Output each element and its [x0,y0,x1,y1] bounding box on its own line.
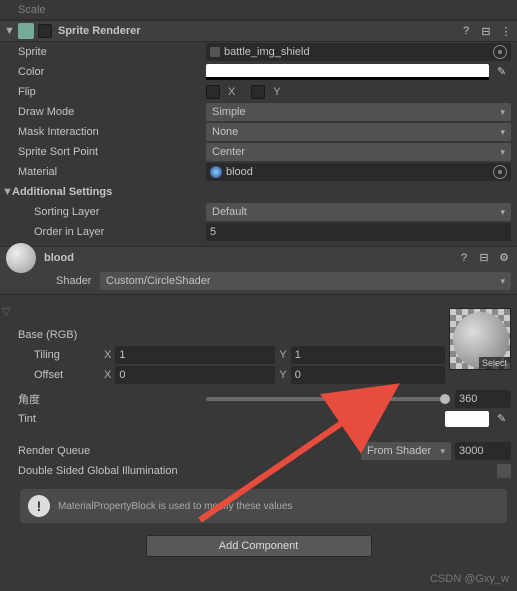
sort-point-dropdown[interactable]: Center [206,143,511,161]
menu-icon[interactable]: ⋮ [499,24,513,38]
material-name: blood [44,252,457,264]
slider-thumb[interactable] [440,394,450,404]
foldout-icon[interactable]: ▼ [4,25,14,37]
color-field[interactable] [206,64,489,80]
render-queue-input[interactable] [455,442,511,460]
flip-y-label: Y [273,86,280,98]
texture-select-button[interactable]: Select [479,357,510,369]
offset-label: Offset [6,369,100,381]
order-input[interactable] [206,223,511,241]
watermark: CSDN @Gxy_w [430,573,509,585]
eyedropper-icon[interactable]: ✎ [497,412,511,426]
additional-settings-label: Additional Settings [12,186,112,198]
material-header[interactable]: blood ? ⊟ ⚙ [0,246,517,268]
y-label: Y [279,349,286,361]
foldout-icon[interactable]: ▼ [2,186,12,198]
component-title: Sprite Renderer [58,25,141,37]
eyedropper-icon[interactable]: ✎ [497,65,511,79]
sort-point-label: Sprite Sort Point [6,146,206,158]
object-picker-icon[interactable] [493,45,507,59]
mask-label: Mask Interaction [6,126,206,138]
material-label: Material [6,166,206,178]
flip-label: Flip [6,86,206,98]
draw-mode-label: Draw Mode [6,106,206,118]
angle-label: 角度 [6,391,206,407]
angle-slider[interactable] [206,397,445,401]
material-value: blood [226,166,253,178]
render-queue-dropdown[interactable]: From Shader [361,442,451,460]
shader-dropdown[interactable]: Custom/CircleShader [100,272,511,290]
sprite-thumbnail-icon [210,47,220,57]
component-icon [18,23,34,39]
base-rgb-label: Base (RGB) [6,329,206,341]
add-component-button[interactable]: Add Component [146,535,372,557]
material-thumbnail-icon [210,166,222,178]
tiling-x-input[interactable] [115,346,275,364]
sorting-layer-label: Sorting Layer [6,206,206,218]
sprite-label: Sprite [6,46,206,58]
x-label: X [104,369,111,381]
info-box: ! MaterialPropertyBlock is used to modif… [20,489,507,523]
mask-dropdown[interactable]: None [206,123,511,141]
foldout-icon[interactable]: ▽ [2,305,12,318]
dsgi-checkbox[interactable] [497,464,511,478]
draw-mode-dropdown[interactable]: Simple [206,103,511,121]
info-icon: ! [28,495,50,517]
color-label: Color [6,66,206,78]
tint-field[interactable] [445,411,489,427]
flip-x-checkbox[interactable] [206,85,220,99]
shader-label: Shader [56,275,100,287]
preset-icon[interactable]: ⊟ [477,251,491,265]
info-text: MaterialPropertyBlock is used to modify … [58,501,293,512]
flip-x-label: X [228,86,235,98]
angle-input[interactable] [455,390,511,408]
component-toggle[interactable] [38,24,52,38]
material-field[interactable]: blood [206,163,511,181]
gear-icon[interactable]: ⚙ [497,251,511,265]
x-label: X [104,349,111,361]
sprite-renderer-header[interactable]: ▼ Sprite Renderer ? ⊟ ⋮ [0,20,517,42]
order-label: Order in Layer [6,226,206,238]
sprite-value: battle_img_shield [224,46,310,58]
offset-x-input[interactable] [115,366,275,384]
flip-y-checkbox[interactable] [251,85,265,99]
offset-y-input[interactable] [291,366,445,384]
render-queue-label: Render Queue [6,445,206,457]
help-icon[interactable]: ? [457,251,471,265]
preset-icon[interactable]: ⊟ [479,24,493,38]
y-label: Y [279,369,286,381]
tint-label: Tint [6,413,206,425]
object-picker-icon[interactable] [493,165,507,179]
tiling-y-input[interactable] [291,346,445,364]
scale-label: Scale [6,4,206,16]
sprite-field[interactable]: battle_img_shield [206,43,511,61]
material-preview-icon [6,243,36,273]
help-icon[interactable]: ? [459,24,473,38]
dsgi-label: Double Sided Global Illumination [6,465,497,477]
tiling-label: Tiling [6,349,100,361]
sorting-layer-dropdown[interactable]: Default [206,203,511,221]
texture-preview[interactable]: Select [449,308,511,370]
